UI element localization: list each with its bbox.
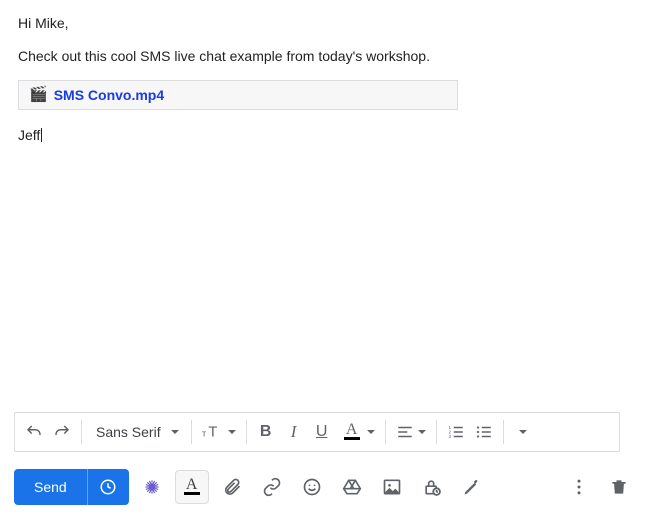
redo-icon [53,423,71,441]
font-family-picker[interactable]: Sans Serif [88,424,185,440]
undo-button[interactable] [21,418,47,446]
more-vertical-icon [569,477,589,497]
paragraph-line: Check out this cool SMS live chat exampl… [18,47,632,66]
insert-drive-button[interactable] [335,470,369,504]
toggle-format-toolbar-button[interactable]: A [175,470,209,504]
text-format-icon: A [181,479,203,495]
confidential-mode-button[interactable] [415,470,449,504]
underline-button[interactable]: U [309,418,335,446]
insert-link-button[interactable] [255,470,289,504]
emoji-icon [302,477,322,497]
italic-button[interactable]: I [281,418,307,446]
action-row: Send A [14,466,636,508]
text-cursor [41,128,42,142]
text-color-button[interactable]: A [337,418,379,446]
chevron-down-icon [418,430,426,434]
toolbar-divider [436,420,437,444]
align-left-icon [396,423,414,441]
insert-image-button[interactable] [375,470,409,504]
font-family-label: Sans Serif [96,424,161,440]
chevron-down-icon [367,430,375,434]
compose-body[interactable]: Hi Mike, Check out this cool SMS live ch… [0,0,650,167]
bold-button[interactable]: B [253,418,279,446]
attach-file-button[interactable] [215,470,249,504]
bulleted-list-icon [475,423,493,441]
svg-text:T: T [208,425,217,441]
send-group: Send [14,469,129,505]
clapperboard-icon: 🎬 [29,87,48,102]
toolbar-divider [503,420,504,444]
insert-signature-button[interactable] [455,470,489,504]
trash-icon [609,477,629,497]
more-options-button[interactable] [562,470,596,504]
starburst-button[interactable] [135,470,169,504]
undo-icon [25,423,43,441]
drive-icon [342,477,362,497]
text-color-icon: A [341,424,363,440]
greeting-line: Hi Mike, [18,14,632,33]
toolbar-divider [191,420,192,444]
chevron-down-icon [519,430,527,434]
starburst-icon [142,477,162,497]
font-size-button[interactable]: т T [198,418,240,446]
send-button[interactable]: Send [14,469,87,505]
svg-text:т: т [202,429,207,439]
align-button[interactable] [392,418,430,446]
more-format-button[interactable] [510,418,536,446]
italic-icon: I [291,422,297,442]
toolbar-divider [246,420,247,444]
paperclip-icon [222,477,242,497]
image-icon [382,477,402,497]
lock-clock-icon [422,477,442,497]
numbered-list-button[interactable]: 123 [443,418,469,446]
link-icon [262,477,282,497]
pen-icon [462,477,482,497]
svg-text:3: 3 [448,434,451,439]
signature-text: Jeff [18,127,40,143]
numbered-list-icon: 123 [447,423,465,441]
send-options-button[interactable] [87,469,129,505]
attachment-chip[interactable]: 🎬 SMS Convo.mp4 [18,80,458,110]
insert-emoji-button[interactable] [295,470,329,504]
toolbar-divider [385,420,386,444]
chevron-down-icon [171,430,179,434]
chevron-down-icon [228,430,236,434]
font-size-icon: т T [202,423,224,441]
redo-button[interactable] [49,418,75,446]
underline-icon: U [316,423,328,441]
toolbar-divider [81,420,82,444]
format-toolbar: Sans Serif т T B I U A 123 [14,412,620,452]
send-button-label: Send [34,479,67,495]
signature-line: Jeff [18,126,632,145]
bold-icon: B [260,423,272,441]
schedule-send-icon [99,478,117,496]
attachment-filename: SMS Convo.mp4 [54,87,164,103]
discard-draft-button[interactable] [602,470,636,504]
bulleted-list-button[interactable] [471,418,497,446]
